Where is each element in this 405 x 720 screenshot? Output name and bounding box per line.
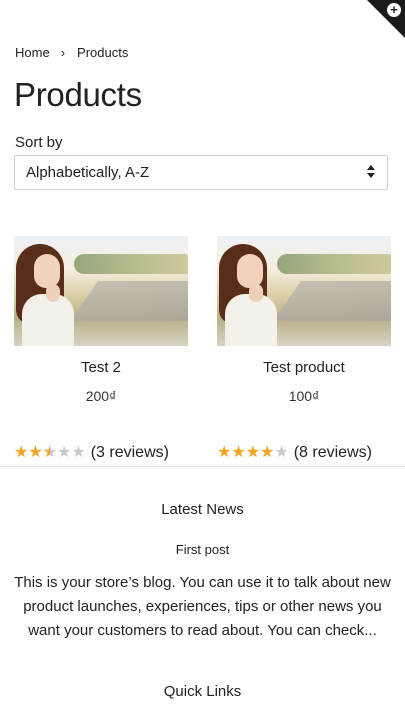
- star-rating-icon: ★★★★★★★★★★: [14, 444, 86, 461]
- sort-label: Sort by: [15, 134, 63, 151]
- star-rating-icon: ★★★★★★★★★★: [217, 444, 289, 461]
- breadcrumb: Home › Products: [15, 45, 128, 60]
- review-count[interactable]: (8 reviews): [294, 444, 372, 462]
- quick-links-heading: Quick Links: [163, 683, 242, 700]
- sort-select[interactable]: Alphabetically, A-Z: [14, 155, 388, 190]
- breadcrumb-home-link[interactable]: Home: [15, 45, 50, 60]
- product-image[interactable]: [217, 236, 391, 346]
- review-count[interactable]: (3 reviews): [91, 444, 169, 462]
- post-title[interactable]: First post: [0, 542, 405, 557]
- product-name[interactable]: Test product: [217, 359, 391, 376]
- sort-selected-value: Alphabetically, A-Z: [26, 164, 150, 181]
- product-card[interactable]: Test 2 200₫ ★★★★★★★★★★ (3 reviews): [14, 236, 188, 462]
- breadcrumb-current: Products: [77, 45, 129, 60]
- product-rating: ★★★★★★★★★★ (8 reviews): [217, 444, 391, 462]
- latest-news-heading: Latest News: [161, 501, 244, 518]
- post-excerpt: This is your store’s blog. You can use i…: [14, 574, 391, 639]
- product-card[interactable]: Test product 100₫ ★★★★★★★★★★ (8 reviews): [217, 236, 391, 462]
- product-rating: ★★★★★★★★★★ (3 reviews): [14, 444, 188, 462]
- page-title: Products: [14, 76, 142, 113]
- section-divider: [0, 466, 405, 467]
- product-name[interactable]: Test 2: [14, 359, 188, 376]
- product-price: 100₫: [288, 388, 320, 404]
- product-price: 200₫: [85, 388, 117, 404]
- sort-arrows-icon: [367, 165, 377, 178]
- product-image[interactable]: [14, 236, 188, 346]
- breadcrumb-separator: ›: [60, 45, 66, 60]
- plus-circle-icon[interactable]: +: [387, 3, 401, 17]
